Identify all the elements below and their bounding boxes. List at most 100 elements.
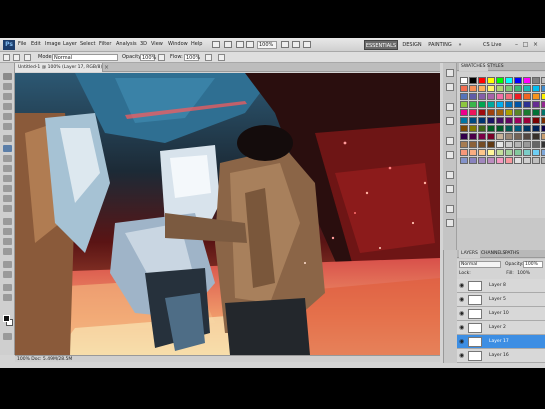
mode-select[interactable]: Normal	[52, 54, 118, 61]
arrange-documents-icon[interactable]	[246, 41, 254, 48]
color-swatch[interactable]	[469, 133, 477, 140]
color-swatch[interactable]	[541, 77, 545, 84]
color-swatch[interactable]	[487, 109, 495, 116]
color-swatch[interactable]	[487, 141, 495, 148]
quick-mask-icon[interactable]	[3, 333, 12, 340]
color-swatch[interactable]	[496, 77, 504, 84]
menu-select[interactable]: Select	[80, 41, 95, 47]
color-swatch[interactable]	[514, 109, 522, 116]
menu-analysis[interactable]: Analysis	[116, 41, 137, 47]
type-tool-icon[interactable]	[3, 228, 12, 235]
color-swatch[interactable]	[478, 125, 486, 132]
menu-file[interactable]: File	[18, 41, 26, 47]
color-swatch[interactable]	[478, 117, 486, 124]
path-selection-tool-icon[interactable]	[3, 238, 12, 245]
visibility-eye-icon[interactable]: ◉	[459, 297, 465, 303]
color-swatch[interactable]	[460, 125, 468, 132]
color-swatch[interactable]	[514, 141, 522, 148]
document-canvas[interactable]	[15, 73, 440, 355]
layer-row[interactable]: ◉ Layer 2	[457, 321, 545, 335]
color-swatch[interactable]	[541, 117, 545, 124]
color-swatch[interactable]	[460, 85, 468, 92]
brush-preset-icon[interactable]	[3, 54, 10, 61]
gradient-tool-icon[interactable]	[3, 185, 12, 192]
menu-filter[interactable]: Filter	[99, 41, 111, 47]
brush-size-icon[interactable]	[13, 54, 20, 61]
layer-row[interactable]: ◉ Layer 5	[457, 293, 545, 307]
visibility-eye-icon[interactable]: ◉	[459, 325, 465, 331]
color-swatch[interactable]	[469, 157, 477, 164]
fill-value[interactable]: 100%	[517, 271, 530, 276]
color-swatch[interactable]	[532, 141, 540, 148]
color-swatch[interactable]	[514, 133, 522, 140]
color-swatch[interactable]	[460, 149, 468, 156]
zoom-tool-icon[interactable]	[3, 294, 12, 301]
color-swatch[interactable]	[523, 101, 531, 108]
color-swatch[interactable]	[469, 117, 477, 124]
color-swatch[interactable]	[505, 101, 513, 108]
color-swatch[interactable]	[460, 77, 468, 84]
history-brush-tool-icon[interactable]	[3, 165, 12, 172]
color-swatch[interactable]	[478, 149, 486, 156]
color-swatch[interactable]	[469, 101, 477, 108]
masks-panel-icon[interactable]	[446, 185, 454, 193]
color-swatch[interactable]	[523, 93, 531, 100]
tab-paths[interactable]: PATHS	[503, 250, 521, 258]
color-swatch[interactable]	[514, 149, 522, 156]
lasso-tool-icon[interactable]	[3, 93, 12, 100]
hand-tool-icon[interactable]	[3, 284, 12, 291]
color-swatch[interactable]	[496, 85, 504, 92]
color-swatch[interactable]	[496, 109, 504, 116]
menu-3d[interactable]: 3D	[140, 41, 147, 47]
color-swatch[interactable]	[505, 149, 513, 156]
color-swatch[interactable]	[469, 125, 477, 132]
dodge-tool-icon[interactable]	[3, 205, 12, 212]
color-swatch[interactable]	[487, 101, 495, 108]
color-swatch[interactable]	[496, 117, 504, 124]
color-swatch[interactable]	[496, 101, 504, 108]
color-swatch[interactable]	[532, 133, 540, 140]
blend-mode-select[interactable]: Normal	[459, 261, 501, 268]
layer-row[interactable]: ◉ Layer 17	[457, 335, 545, 349]
close-button[interactable]: ×	[532, 41, 539, 48]
shape-tool-icon[interactable]	[3, 248, 12, 255]
menu-window[interactable]: Window	[168, 41, 188, 47]
color-swatch[interactable]	[523, 133, 531, 140]
color-swatch[interactable]	[487, 93, 495, 100]
color-swatch[interactable]	[505, 125, 513, 132]
more-workspaces-button[interactable]: »	[456, 40, 464, 50]
color-swatch[interactable]	[487, 133, 495, 140]
tab-swatches[interactable]: SWATCHES	[459, 63, 488, 71]
hand-view-icon[interactable]	[281, 41, 289, 48]
eyedropper-tool-icon[interactable]	[3, 123, 12, 130]
extras-icon[interactable]	[236, 41, 244, 48]
color-swatch[interactable]	[469, 77, 477, 84]
rotate-view-icon[interactable]	[292, 41, 300, 48]
color-swatch[interactable]	[487, 149, 495, 156]
pressure-size-icon[interactable]	[218, 54, 225, 61]
color-swatch[interactable]	[514, 157, 522, 164]
quick-selection-tool-icon[interactable]	[3, 103, 12, 110]
color-swatch[interactable]	[541, 93, 545, 100]
visibility-eye-icon[interactable]: ◉	[459, 353, 465, 359]
color-swatch[interactable]	[478, 93, 486, 100]
color-swatch[interactable]	[487, 125, 495, 132]
crop-tool-icon[interactable]	[3, 113, 12, 120]
color-swatch[interactable]	[505, 85, 513, 92]
layer-row[interactable]: ◉ Layer 10	[457, 307, 545, 321]
color-swatch[interactable]	[469, 141, 477, 148]
blur-tool-icon[interactable]	[3, 195, 12, 202]
color-swatch[interactable]	[523, 117, 531, 124]
color-swatch[interactable]	[532, 117, 540, 124]
color-swatch[interactable]	[487, 85, 495, 92]
color-swatch[interactable]	[532, 125, 540, 132]
color-swatch[interactable]	[496, 125, 504, 132]
mini-bridge-icon[interactable]	[224, 41, 232, 48]
bridge-icon[interactable]	[212, 41, 220, 48]
color-swatch[interactable]	[541, 109, 545, 116]
color-swatch[interactable]	[514, 117, 522, 124]
color-swatch[interactable]	[541, 101, 545, 108]
tab-styles[interactable]: STYLES	[485, 63, 506, 71]
screen-mode-icon[interactable]	[303, 41, 311, 48]
brush-panel-icon[interactable]	[446, 103, 454, 111]
